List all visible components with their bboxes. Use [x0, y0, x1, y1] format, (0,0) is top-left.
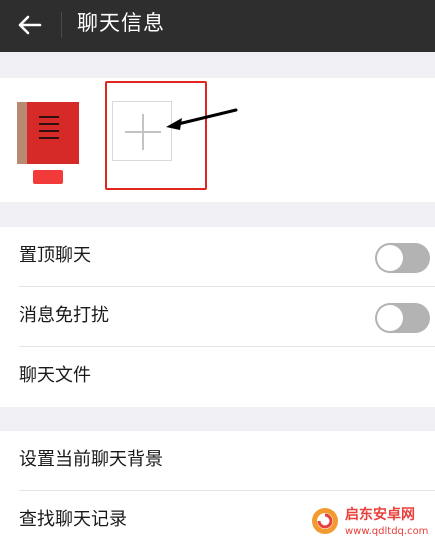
- setting-row-pin-chat[interactable]: 置顶聊天: [0, 227, 435, 287]
- arrow-left-icon[interactable]: [16, 11, 44, 39]
- mute-label: 消息免打扰: [19, 305, 109, 326]
- toggle-knob: [377, 305, 403, 331]
- background-label: 设置当前聊天背景: [19, 449, 163, 470]
- site-watermark: 启东安卓网 www.qdltdq.com: [307, 498, 435, 545]
- chat-files-label: 聊天文件: [19, 365, 91, 386]
- header-divider: [61, 12, 62, 38]
- avatar-pattern: [39, 116, 59, 148]
- member-name-redacted: [33, 170, 63, 184]
- member-avatar[interactable]: [17, 102, 79, 164]
- setting-row-chat-files[interactable]: 聊天文件: [0, 347, 435, 407]
- watermark-url: www.qdltdq.com: [345, 526, 429, 537]
- avatar-edge: [17, 102, 27, 164]
- annotation-arrow-icon: [166, 108, 238, 130]
- header-bar: 聊天信息: [0, 0, 435, 52]
- page-title: 聊天信息: [77, 11, 165, 35]
- pin-chat-toggle[interactable]: [375, 243, 430, 273]
- setting-row-background[interactable]: 设置当前聊天背景: [0, 431, 435, 491]
- watermark-logo-icon: [312, 508, 338, 534]
- search-history-label: 查找聊天记录: [19, 509, 127, 530]
- toggle-knob: [377, 245, 403, 271]
- setting-row-mute[interactable]: 消息免打扰: [0, 287, 435, 347]
- mute-toggle[interactable]: [375, 303, 430, 333]
- watermark-name: 启东安卓网: [345, 507, 415, 523]
- pin-chat-label: 置顶聊天: [19, 245, 91, 266]
